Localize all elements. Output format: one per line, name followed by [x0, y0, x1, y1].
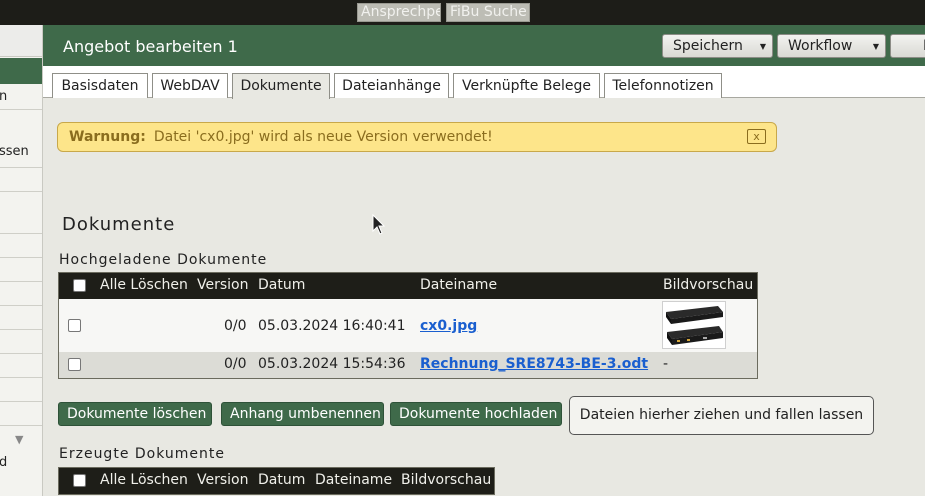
export-button[interactable]: Ex — [890, 34, 925, 58]
column-header-bildvorschau: Bildvorschau — [401, 472, 492, 488]
mouse-pointer-icon — [372, 214, 386, 235]
tab-dokumente[interactable]: Dokumente — [232, 73, 330, 99]
row-date: 05.03.2024 16:40:41 — [258, 318, 406, 334]
table-header: Alle Löschen Version Datum Dateiname Bil… — [59, 468, 494, 494]
row-date: 05.03.2024 15:54:36 — [258, 356, 406, 372]
sidebar-item[interactable] — [0, 234, 42, 258]
select-all-checkbox[interactable] — [73, 279, 86, 292]
save-button-label: Speichern — [673, 38, 743, 54]
tab-basisdaten[interactable]: Basisdaten — [52, 73, 148, 98]
sidebar: n ssen ▼ d — [0, 25, 43, 496]
sidebar-item-label: d — [0, 455, 7, 470]
column-header-bildvorschau: Bildvorschau — [663, 277, 754, 293]
tab-telefonnotizen[interactable]: Telefonnotizen — [604, 73, 722, 98]
delete-documents-button[interactable]: Dokumente löschen — [58, 402, 212, 426]
chevron-down-icon[interactable]: ▼ — [873, 36, 879, 58]
warning-label: Warnung: — [69, 129, 146, 145]
column-header-datum: Datum — [258, 472, 306, 488]
file-dropzone[interactable]: Dateien hierher ziehen und fallen lassen — [569, 396, 874, 435]
page-title: Angebot bearbeiten 1 — [63, 37, 238, 56]
main-panel: Basisdaten WebDAV Dokumente Dateianhänge… — [43, 66, 925, 496]
sidebar-item-label: ssen — [0, 144, 29, 159]
sidebar-item[interactable] — [0, 168, 42, 192]
column-header-dateiname: Dateiname — [420, 277, 498, 293]
row-select-checkbox[interactable] — [68, 358, 81, 371]
warning-text: Datei 'cx0.jpg' wird als neue Version ve… — [153, 129, 493, 145]
tab-bar: Basisdaten WebDAV Dokumente Dateianhänge… — [43, 66, 925, 99]
chevron-down-icon[interactable]: ▼ — [760, 36, 766, 58]
workflow-button[interactable]: Workflow ▼ — [777, 34, 886, 58]
uploaded-documents-title: Hochgeladene Dokumente — [59, 252, 268, 268]
upload-documents-button[interactable]: Dokumente hochladen — [390, 402, 562, 426]
workflow-button-label: Workflow — [788, 38, 853, 54]
table-row: 0/0 05.03.2024 16:40:41 cx0.jpg — [59, 299, 757, 352]
sidebar-item[interactable] — [0, 282, 42, 306]
image-preview-thumbnail[interactable] — [662, 301, 726, 349]
row-filename-link[interactable]: Rechnung_SRE8743-BE-3.odt — [420, 356, 648, 372]
sidebar-item[interactable] — [0, 378, 42, 402]
sidebar-item[interactable] — [0, 330, 42, 354]
collapse-arrow-icon[interactable]: ▼ — [15, 433, 23, 446]
sidebar-item[interactable] — [0, 192, 42, 234]
column-header-version: Version — [197, 472, 249, 488]
tab-verknuepfte-belege[interactable]: Verknüpfte Belege — [453, 73, 600, 98]
generated-documents-title: Erzeugte Dokumente — [59, 446, 225, 462]
sidebar-item[interactable] — [0, 306, 42, 330]
sidebar-item[interactable] — [0, 354, 42, 378]
column-header-version: Version — [197, 277, 249, 293]
section-title: Dokumente — [62, 214, 176, 235]
close-icon[interactable]: x — [747, 129, 766, 144]
generated-documents-table: Alle Löschen Version Datum Dateiname Bil… — [58, 467, 495, 495]
row-filename-link[interactable]: cx0.jpg — [420, 318, 477, 334]
page-header: Angebot bearbeiten 1 Speichern ▼ Workflo… — [43, 25, 925, 66]
row-version: 0/0 — [224, 318, 247, 334]
table-row: 0/0 05.03.2024 15:54:36 Rechnung_SRE8743… — [59, 352, 757, 378]
sidebar-item[interactable] — [0, 258, 42, 282]
select-all-checkbox[interactable] — [73, 474, 86, 487]
rename-attachment-button[interactable]: Anhang umbenennen — [221, 402, 384, 426]
column-header-dateiname: Dateiname — [315, 472, 393, 488]
row-preview: - — [663, 356, 669, 372]
table-header: Alle Löschen Version Datum Dateiname Bil… — [59, 273, 757, 299]
tab-dateianhaenge[interactable]: Dateianhänge — [334, 73, 449, 98]
row-version: 0/0 — [224, 356, 247, 372]
sidebar-item-label: n — [0, 89, 7, 104]
column-header-datum: Datum — [258, 277, 306, 293]
top-bar: Ansprechpe FiBu Suche — [0, 0, 925, 25]
column-header-alle-loeschen: Alle Löschen — [100, 472, 188, 488]
warning-message: Warnung: Datei 'cx0.jpg' wird als neue Ve… — [57, 122, 777, 152]
uploaded-documents-table: Alle Löschen Version Datum Dateiname Bil… — [58, 272, 758, 379]
fibu-search-input[interactable]: FiBu Suche — [446, 3, 530, 22]
row-select-checkbox[interactable] — [68, 319, 81, 332]
sidebar-item[interactable]: ssen — [0, 110, 42, 168]
sidebar-item[interactable]: n — [0, 85, 42, 110]
column-header-alle-loeschen: Alle Löschen — [100, 277, 188, 293]
sidebar-item-active[interactable] — [0, 58, 42, 84]
tab-webdav[interactable]: WebDAV — [152, 73, 228, 98]
ansprechpartner-search-input[interactable]: Ansprechpe — [357, 3, 441, 22]
sidebar-item[interactable] — [0, 402, 42, 426]
sidebar-header — [0, 25, 42, 57]
save-button[interactable]: Speichern ▼ — [662, 34, 773, 58]
